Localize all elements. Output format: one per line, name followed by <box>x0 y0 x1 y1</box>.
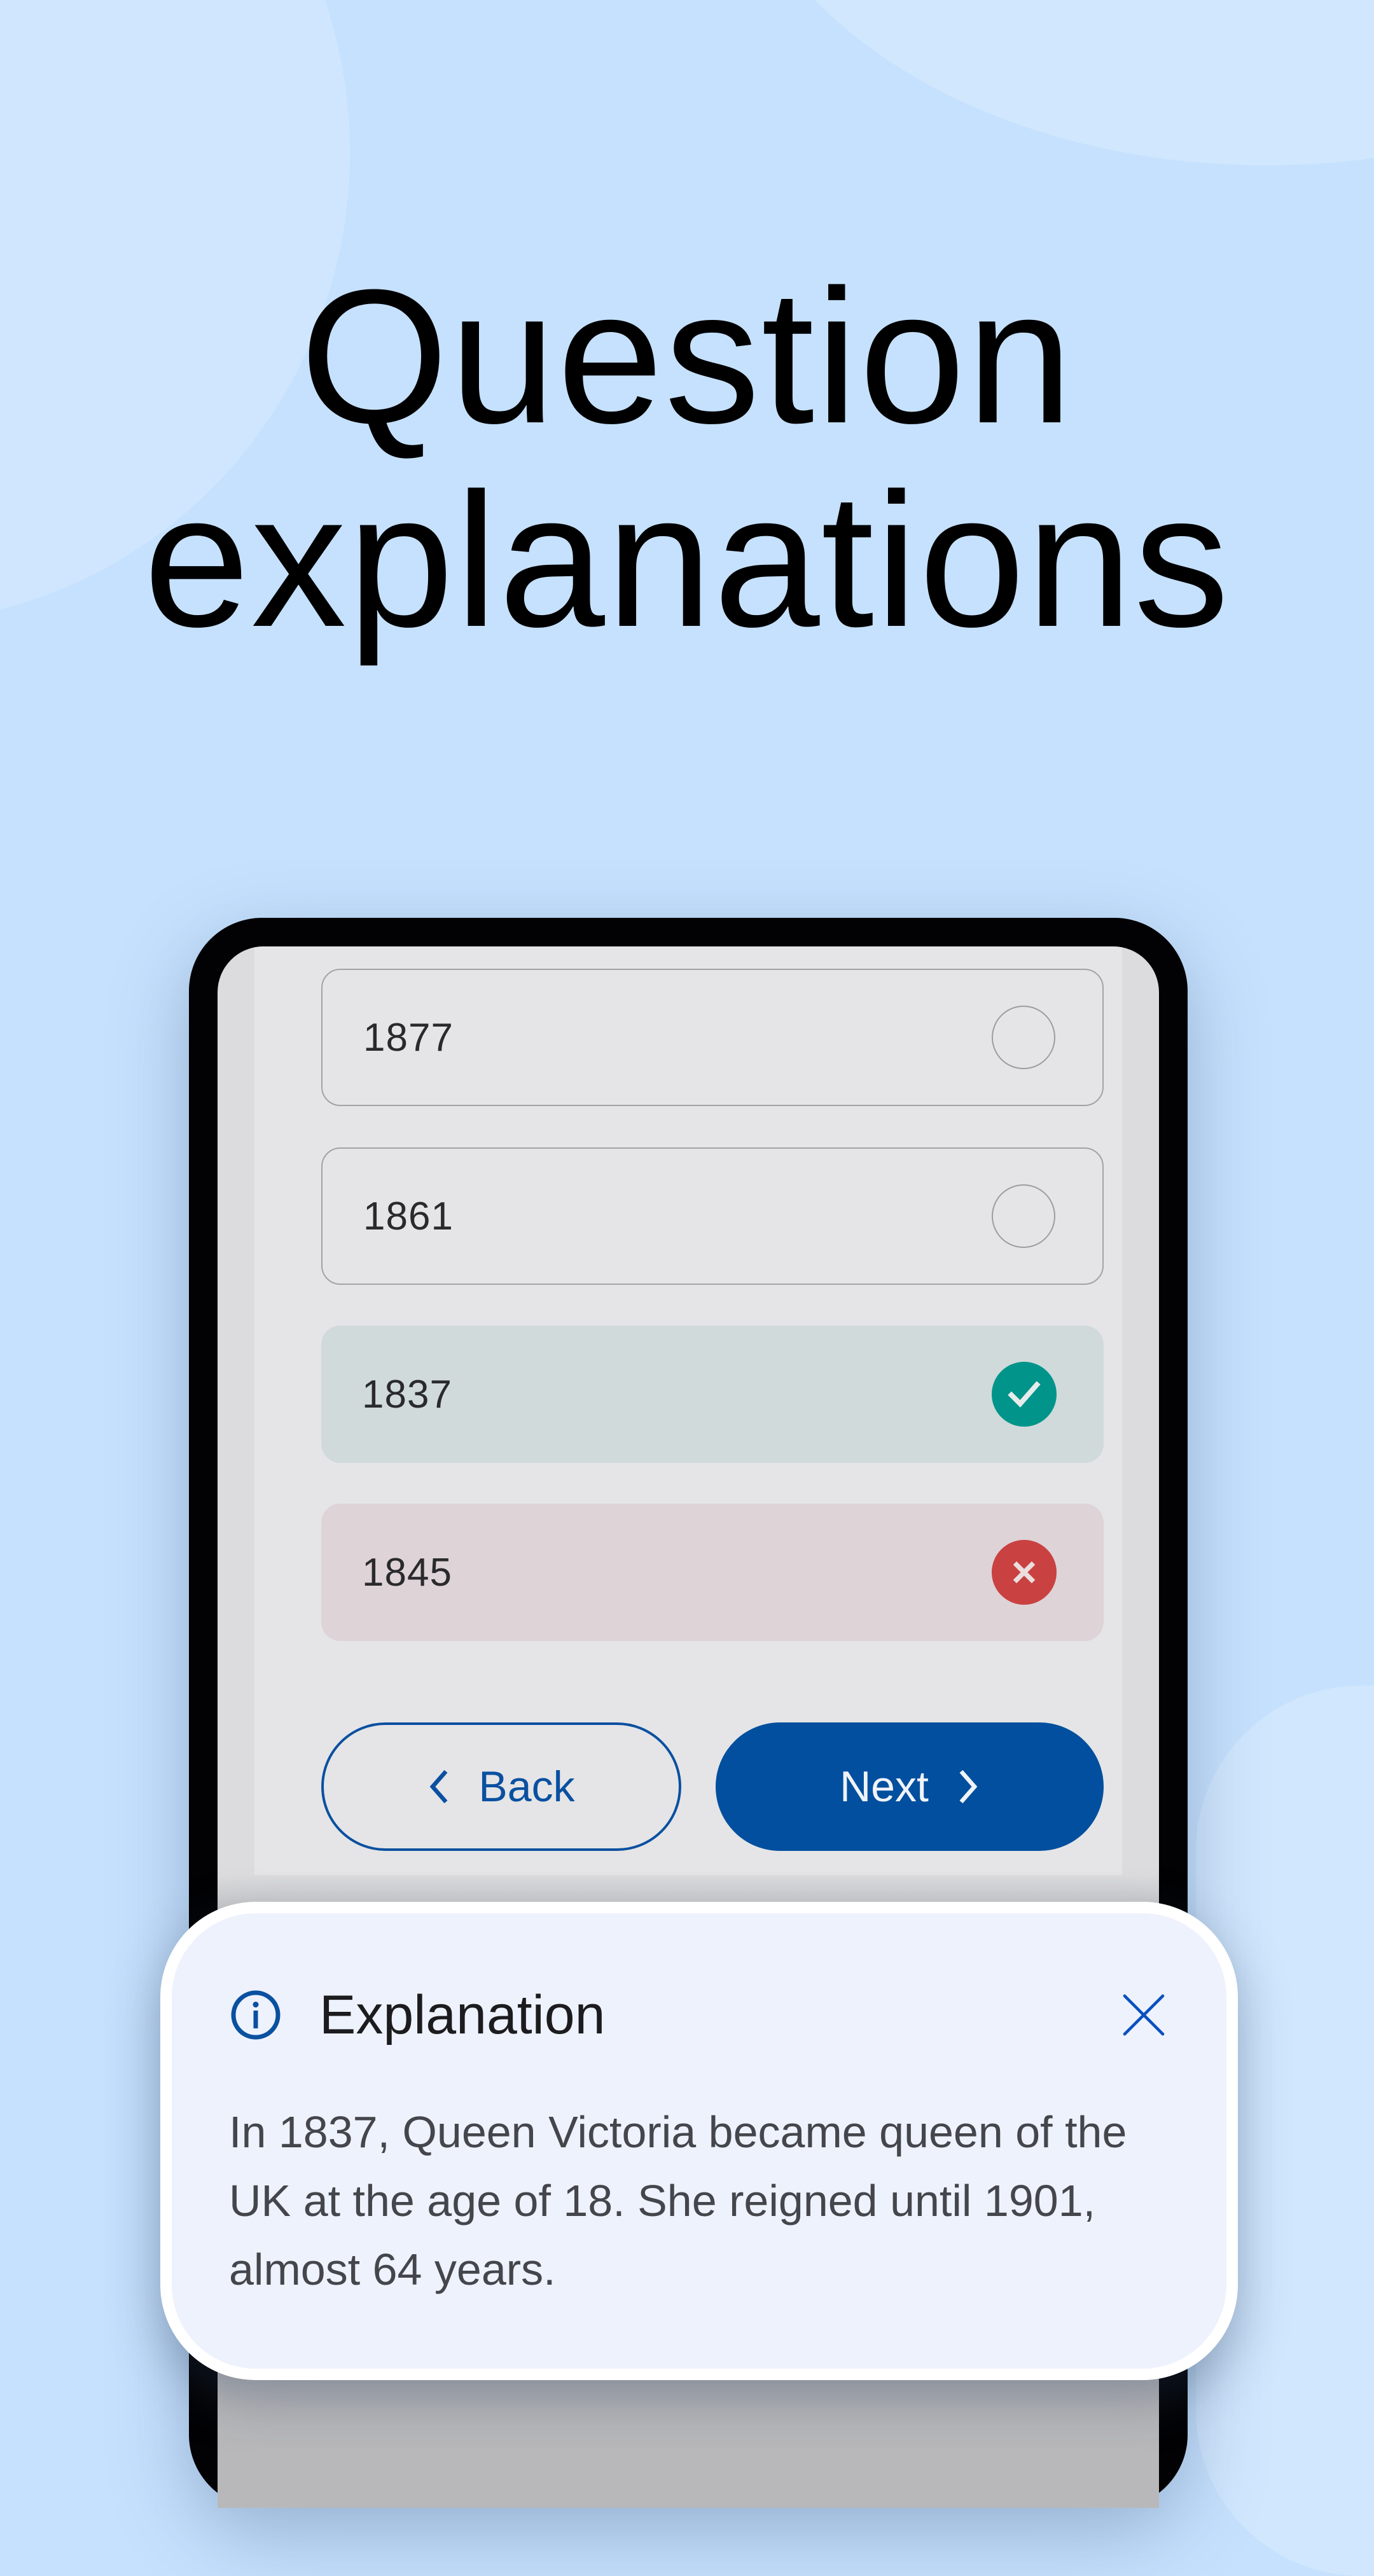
chevron-left-icon <box>430 1769 448 1804</box>
answer-option[interactable]: 1877 <box>321 969 1104 1106</box>
info-icon <box>231 1990 281 2040</box>
explanation-sheet: Explanation In 1837, Queen Victoria beca… <box>160 1902 1238 2380</box>
answer-label: 1845 <box>362 1550 452 1595</box>
check-circle-icon <box>992 1362 1057 1427</box>
promo-headline: Question explanations <box>0 254 1374 661</box>
answer-option-correct[interactable]: 1837 <box>321 1326 1104 1463</box>
answer-option[interactable]: 1861 <box>321 1147 1104 1285</box>
radio-empty-icon[interactable] <box>992 1006 1055 1069</box>
back-label: Back <box>478 1762 575 1811</box>
next-button[interactable]: Next <box>716 1722 1104 1851</box>
answer-option-incorrect[interactable]: 1845 <box>321 1504 1104 1641</box>
close-icon[interactable] <box>1118 1990 1169 2040</box>
background-shape <box>725 0 1374 165</box>
answer-label: 1837 <box>362 1372 452 1416</box>
explanation-title: Explanation <box>319 1984 606 2046</box>
radio-empty-icon[interactable] <box>992 1184 1055 1248</box>
explanation-text: In 1837, Queen Victoria became queen of … <box>229 2107 1127 2294</box>
x-circle-icon <box>992 1540 1057 1605</box>
headline-line-1: Question <box>300 249 1074 463</box>
explanation-header: Explanation <box>229 1977 1169 2053</box>
back-button[interactable]: Back <box>321 1722 681 1851</box>
chevron-right-icon <box>959 1769 978 1804</box>
next-label: Next <box>840 1762 929 1811</box>
answer-label: 1877 <box>363 1015 454 1060</box>
answer-label: 1861 <box>363 1194 454 1238</box>
headline-line-2: explanations <box>143 453 1231 667</box>
